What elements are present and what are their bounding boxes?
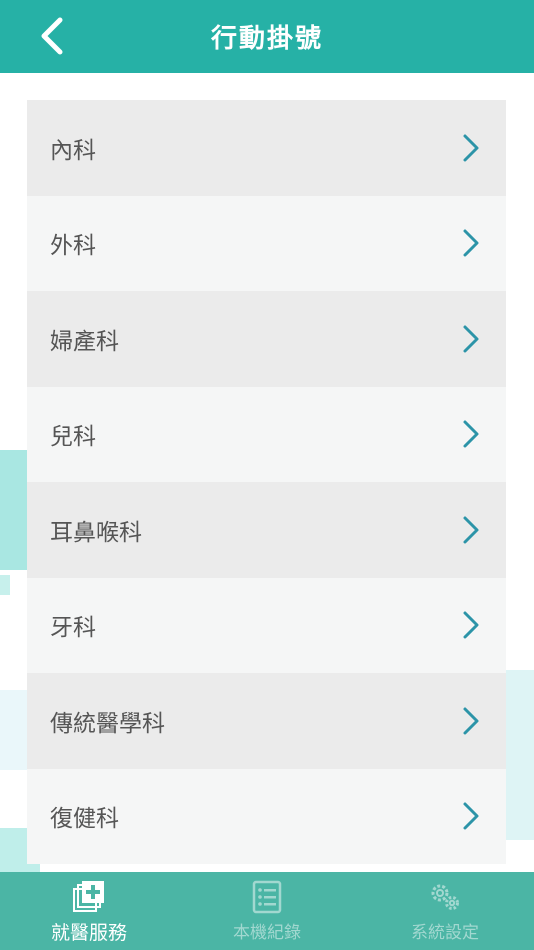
- decorative-block: [505, 670, 534, 840]
- department-item-internal-medicine[interactable]: 內科: [27, 100, 506, 196]
- chevron-right-icon: [463, 802, 479, 830]
- bottom-tab-bar: 就醫服務 本機紀錄 系統設定: [0, 872, 534, 950]
- department-label: 牙科: [50, 615, 96, 642]
- chevron-right-icon: [463, 134, 479, 162]
- department-list: 內科 外科 婦產科 兒科 耳鼻喉科 牙科 傳統醫學科 復健科: [27, 100, 506, 872]
- tab-local-records[interactable]: 本機紀錄: [178, 872, 356, 950]
- department-item-traditional-medicine[interactable]: 傳統醫學科: [27, 673, 506, 769]
- page-title: 行動掛號: [210, 24, 323, 54]
- department-label: 婦產科: [50, 328, 119, 355]
- chevron-left-icon: [41, 17, 63, 55]
- department-label: 內科: [50, 137, 96, 164]
- chevron-right-icon: [463, 325, 479, 353]
- department-label: 傳統醫學科: [50, 710, 165, 737]
- medical-cross-icon: [73, 881, 104, 912]
- department-item-rehabilitation[interactable]: 復健科: [27, 768, 506, 864]
- department-item-ent[interactable]: 耳鼻喉科: [27, 482, 506, 578]
- record-list-icon: [252, 880, 282, 914]
- back-button[interactable]: [28, 12, 76, 60]
- chevron-right-icon: [463, 420, 479, 448]
- chevron-right-icon: [463, 707, 479, 735]
- department-label: 復健科: [50, 806, 119, 833]
- department-label: 耳鼻喉科: [50, 519, 142, 546]
- gears-icon: [431, 884, 459, 910]
- chevron-right-icon: [463, 611, 479, 639]
- department-item-obstetrics[interactable]: 婦產科: [27, 291, 506, 387]
- department-label: 兒科: [50, 424, 96, 451]
- tab-medical-service[interactable]: 就醫服務: [0, 872, 178, 950]
- department-item-dentistry[interactable]: 牙科: [27, 577, 506, 673]
- chevron-right-icon: [463, 229, 479, 257]
- department-label: 外科: [50, 233, 96, 260]
- app-header: 行動掛號: [0, 0, 534, 73]
- decorative-block: [0, 575, 10, 595]
- department-item-pediatrics[interactable]: 兒科: [27, 386, 506, 482]
- decorative-block: [0, 450, 28, 570]
- tab-label: 本機紀錄: [233, 923, 301, 943]
- department-item-surgery[interactable]: 外科: [27, 195, 506, 291]
- tab-system-settings[interactable]: 系統設定: [356, 872, 534, 950]
- tab-label: 系統設定: [411, 923, 479, 943]
- chevron-right-icon: [463, 516, 479, 544]
- tab-label: 就醫服務: [50, 922, 127, 944]
